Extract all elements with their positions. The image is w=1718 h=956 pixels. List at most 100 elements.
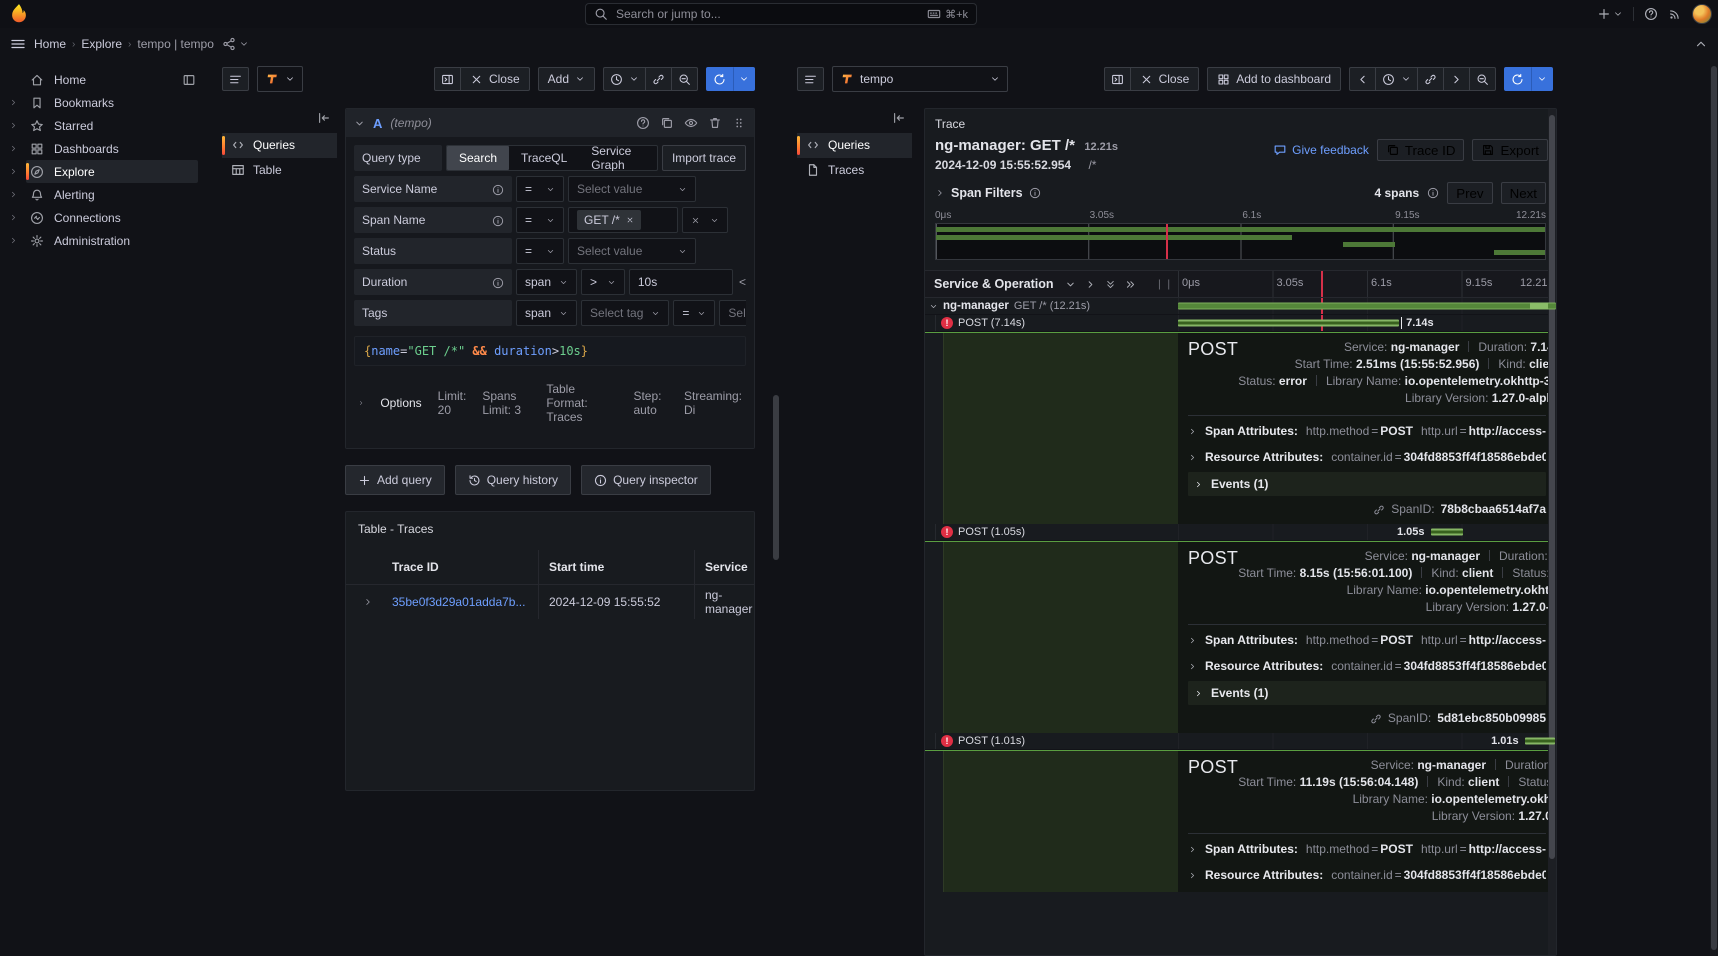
- root-span-bar[interactable]: [1178, 303, 1556, 310]
- expand-one-icon[interactable]: [1085, 277, 1096, 291]
- query-editor-header[interactable]: A (tempo): [346, 109, 754, 137]
- mega-menu-toggle[interactable]: [10, 36, 26, 52]
- run-query-interval-button-right[interactable]: [1531, 67, 1553, 91]
- sidebar-link-home[interactable]: Home: [26, 68, 198, 91]
- field-select[interactable]: Select va: [719, 300, 746, 326]
- add-to-dashboard-button[interactable]: Add to dashboard: [1207, 67, 1341, 91]
- link-icon[interactable]: [1370, 711, 1382, 725]
- time-shift-forward-button[interactable]: [1444, 67, 1470, 91]
- collapse-one-icon[interactable]: [1065, 277, 1076, 291]
- span-attributes-row[interactable]: Span Attributes:http.method=POSThttp.url…: [1188, 418, 1546, 444]
- field-select[interactable]: Select value: [568, 176, 696, 202]
- run-query-interval-button-left[interactable]: [733, 67, 755, 91]
- time-range-button-left[interactable]: [603, 67, 646, 91]
- events-row[interactable]: Events (1): [1188, 681, 1546, 705]
- sidebar-link-alerting[interactable]: Alerting: [26, 183, 198, 206]
- button-add-query[interactable]: Add query: [345, 465, 445, 495]
- add-dropdown-button[interactable]: Add: [538, 67, 595, 91]
- trace-minimap[interactable]: 0μs3.05s6.1s9.15s12.21s: [935, 210, 1546, 260]
- grafana-logo-icon[interactable]: [8, 3, 30, 25]
- field-select[interactable]: =: [516, 238, 564, 264]
- time-range-button-right[interactable]: [1376, 67, 1418, 91]
- new-button[interactable]: [1597, 7, 1623, 21]
- sidebar-item-expand[interactable]: [0, 213, 26, 222]
- split-close-left-button[interactable]: [434, 67, 461, 91]
- events-row[interactable]: Events (1): [1188, 472, 1546, 496]
- field-select[interactable]: Select value: [568, 238, 696, 264]
- breadcrumb-item[interactable]: tempo | tempo: [137, 37, 214, 51]
- sidebar-item-expand[interactable]: [0, 236, 26, 245]
- query-type-tab-traceql[interactable]: TraceQL: [509, 146, 579, 170]
- copy-link-button-right[interactable]: [1418, 67, 1444, 91]
- content-outline-item-queries[interactable]: Queries: [797, 133, 912, 158]
- sidebar-item-expand[interactable]: [0, 167, 26, 176]
- zoom-out-button-left[interactable]: [672, 67, 698, 91]
- field-select[interactable]: Select tag: [581, 300, 669, 326]
- content-outline-item-queries[interactable]: Queries: [222, 133, 337, 158]
- span-row[interactable]: ! POST (1.01s)1.01s: [925, 733, 1556, 750]
- next-span-button[interactable]: Next: [1501, 182, 1546, 204]
- collapse-span-icon[interactable]: [929, 299, 938, 313]
- timeline-cell[interactable]: [1178, 298, 1556, 314]
- collapse-sidebar-button[interactable]: [892, 110, 906, 125]
- collapse-sidebar-button[interactable]: [317, 110, 331, 125]
- disable-query-icon[interactable]: [684, 116, 698, 131]
- field-select[interactable]: span: [516, 300, 577, 326]
- left-pane-scrollbar[interactable]: [773, 395, 779, 560]
- give-feedback-link[interactable]: Give feedback: [1273, 143, 1369, 157]
- query-type-tab-service-graph[interactable]: Service Graph: [579, 146, 657, 170]
- resource-attributes-row[interactable]: Resource Attributes:container.id=304fd88…: [1188, 862, 1546, 888]
- time-shift-back-button[interactable]: [1349, 67, 1376, 91]
- span-row[interactable]: ! POST (7.14s)7.14s: [925, 315, 1556, 332]
- field-select[interactable]: =: [673, 300, 715, 326]
- help-button[interactable]: [1644, 7, 1658, 22]
- span-filters-toggle[interactable]: Span Filters: [935, 186, 1041, 200]
- run-query-button-right[interactable]: [1504, 67, 1531, 91]
- span-row[interactable]: ! POST (1.05s)1.05s: [925, 524, 1556, 541]
- timeline-cell[interactable]: 1.01s: [1178, 733, 1556, 749]
- breadcrumb-item[interactable]: Home: [34, 37, 66, 51]
- link-icon[interactable]: [1373, 502, 1385, 516]
- content-outline-item-traces[interactable]: Traces: [797, 158, 912, 183]
- trace-panel-scrollbar[interactable]: [1548, 109, 1556, 955]
- copy-link-button-left[interactable]: [646, 67, 672, 91]
- selected-chip[interactable]: GET /*: [577, 210, 641, 230]
- field-select[interactable]: =: [516, 176, 564, 202]
- span-bar[interactable]: [1178, 320, 1399, 327]
- query-library-button[interactable]: [222, 67, 249, 91]
- root-span-row[interactable]: ng-manager GET /* (12.21s): [925, 298, 1556, 315]
- sidebar-item-expand[interactable]: [0, 98, 26, 107]
- datasource-picker-right[interactable]: tempo: [832, 66, 1008, 92]
- content-outline-item-table[interactable]: Table: [222, 158, 337, 183]
- close-left-pane-button[interactable]: Close: [461, 67, 530, 91]
- field-multiselect[interactable]: GET /*: [568, 207, 678, 233]
- resource-attributes-row[interactable]: Resource Attributes:container.id=304fd88…: [1188, 444, 1546, 470]
- page-scrollbar[interactable]: [1710, 60, 1718, 956]
- span-bar[interactable]: [1525, 738, 1556, 745]
- datasource-picker-left[interactable]: [257, 66, 303, 92]
- close-right-pane-button[interactable]: Close: [1131, 67, 1200, 91]
- column-resize-handle[interactable]: ❘❘: [1155, 279, 1178, 290]
- sidebar-item-expand[interactable]: [0, 121, 26, 130]
- span-attributes-row[interactable]: Span Attributes:http.method=POSThttp.url…: [1188, 627, 1546, 653]
- resource-attributes-row[interactable]: Resource Attributes:container.id=304fd88…: [1188, 653, 1546, 679]
- drag-handle-icon[interactable]: [732, 116, 746, 131]
- run-query-button-left[interactable]: [706, 67, 733, 91]
- trace-id-button[interactable]: Trace ID: [1377, 139, 1465, 161]
- collapse-toolbar-button[interactable]: [1694, 37, 1708, 52]
- column-header-trace-id[interactable]: Trace ID: [390, 560, 538, 574]
- sidebar-link-dashboards[interactable]: Dashboards: [26, 137, 198, 160]
- expand-all-icon[interactable]: [1125, 277, 1136, 291]
- prev-span-button[interactable]: Prev: [1447, 182, 1492, 204]
- span-attributes-row[interactable]: Span Attributes:http.method=POSThttp.url…: [1188, 836, 1546, 862]
- search-input[interactable]: [614, 6, 921, 22]
- sidebar-link-starred[interactable]: Starred: [26, 114, 198, 137]
- collapse-all-icon[interactable]: [1105, 277, 1116, 291]
- button-query-history[interactable]: Query history: [455, 465, 571, 495]
- clear-and-open[interactable]: [682, 207, 728, 233]
- column-header-start-time[interactable]: Start time: [538, 550, 694, 584]
- sidebar-link-connections[interactable]: Connections: [26, 206, 198, 229]
- user-avatar[interactable]: [1692, 4, 1712, 24]
- timeline-cell[interactable]: 1.05s: [1178, 524, 1556, 540]
- timeline-cell[interactable]: 7.14s: [1178, 315, 1556, 331]
